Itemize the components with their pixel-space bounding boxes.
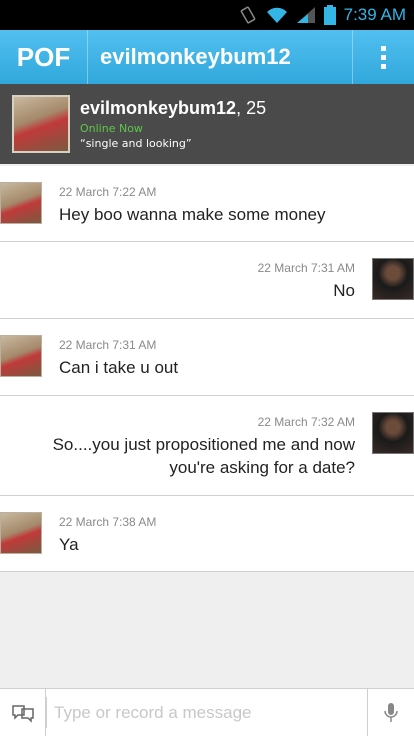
profile-name-line: evilmonkeybum12, 25: [80, 98, 266, 119]
action-bar: POF evilmonkeybum12: [0, 30, 414, 84]
message-text: Can i take u out: [59, 358, 179, 377]
message-row: 22 March 7:32 AM So....you just proposit…: [0, 396, 414, 496]
conversation-title: evilmonkeybum12: [100, 44, 291, 69]
message-composer: [0, 688, 414, 736]
message-row: 22 March 7:38 AM Ya: [0, 496, 414, 572]
battery-icon: [323, 5, 336, 25]
message-text: Hey boo wanna make some money: [59, 205, 326, 224]
message-timestamp: 22 March 7:38 AM: [59, 515, 157, 529]
message-row: 22 March 7:31 AM No: [0, 242, 414, 319]
profile-header[interactable]: evilmonkeybum12, 25 Online Now “single a…: [0, 84, 414, 164]
profile-tagline: “single and looking”: [80, 137, 192, 150]
message-timestamp: 22 March 7:22 AM: [59, 185, 157, 199]
vibrate-icon: [240, 6, 255, 24]
record-button[interactable]: [368, 689, 414, 736]
sender-avatar[interactable]: [0, 335, 42, 377]
chat-bubbles-icon: [11, 704, 34, 723]
clock: 7:39 AM: [343, 5, 406, 24]
sender-avatar[interactable]: [0, 512, 42, 554]
overflow-menu-button[interactable]: [352, 30, 414, 84]
my-avatar[interactable]: [372, 412, 414, 454]
message-timestamp: 22 March 7:32 AM: [257, 415, 355, 429]
status-bar: 7:39 AM: [0, 0, 414, 30]
signal-icon: [296, 7, 315, 23]
message-text: No: [333, 281, 355, 300]
message-text: So....you just propositioned me and now y…: [52, 435, 355, 477]
message-text: Ya: [59, 535, 79, 554]
message-timestamp: 22 March 7:31 AM: [59, 338, 157, 352]
microphone-icon: [384, 702, 398, 722]
message-input[interactable]: [54, 702, 367, 723]
message-row: 22 March 7:22 AM Hey boo wanna make some…: [0, 166, 414, 242]
profile-age: , 25: [236, 98, 267, 118]
online-status: Online Now: [80, 122, 143, 135]
profile-avatar[interactable]: [12, 95, 70, 153]
message-row: 22 March 7:31 AM Can i take u out: [0, 319, 414, 396]
sender-avatar[interactable]: [0, 182, 42, 224]
message-timestamp: 22 March 7:31 AM: [257, 261, 355, 275]
overflow-dots-icon: [381, 45, 386, 69]
message-list: 22 March 7:22 AM Hey boo wanna make some…: [0, 166, 414, 572]
wifi-icon: [266, 7, 287, 23]
quick-reply-button[interactable]: [0, 689, 46, 736]
profile-name: evilmonkeybum12: [80, 98, 237, 118]
pof-logo-button[interactable]: POF: [0, 30, 88, 84]
message-input-wrapper: [46, 689, 368, 736]
my-avatar[interactable]: [372, 258, 414, 300]
